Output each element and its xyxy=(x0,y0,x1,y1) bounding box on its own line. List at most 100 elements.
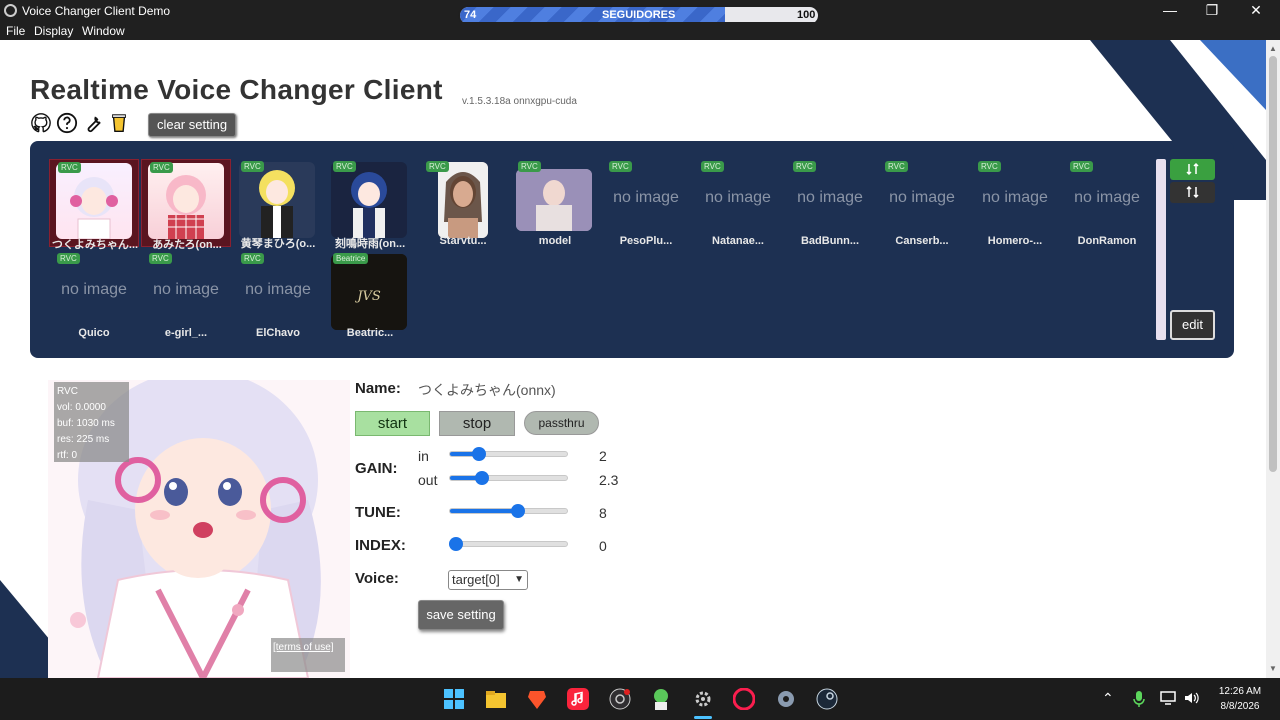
network-icon[interactable] xyxy=(1160,690,1176,706)
model-slot-13[interactable]: RVC no image Quico xyxy=(49,251,139,339)
minimize-button[interactable]: — xyxy=(1150,2,1190,18)
model-type-badge: RVC xyxy=(241,161,264,172)
slider-knob[interactable] xyxy=(474,471,489,485)
gain-out-slider[interactable] xyxy=(449,471,568,485)
index-label: INDEX: xyxy=(355,537,406,554)
model-slot-14[interactable]: RVC no image e-girl_... xyxy=(141,251,231,339)
active-app-indicator xyxy=(694,716,712,719)
show-hidden-icons-chevron-up-icon[interactable]: ⌃ xyxy=(1102,690,1114,707)
followers-current: 74 xyxy=(464,9,477,21)
start-button[interactable]: start xyxy=(355,411,430,436)
model-type-badge: RVC xyxy=(609,161,632,172)
model-thumbnail xyxy=(331,162,407,238)
sort-ascending-button[interactable] xyxy=(1170,159,1215,180)
music-app-icon[interactable] xyxy=(567,688,589,710)
microphone-icon[interactable] xyxy=(1132,690,1146,708)
windows-start-icon[interactable] xyxy=(443,688,465,710)
model-slot-label: BadBunn... xyxy=(800,235,860,247)
svg-text:JVS: JVS xyxy=(354,289,381,304)
model-slot-9[interactable]: RVC no image BadBunn... xyxy=(785,159,875,247)
photo-portrait-icon xyxy=(516,169,592,231)
stop-button[interactable]: stop xyxy=(439,411,515,436)
wrench-icon[interactable] xyxy=(82,112,104,134)
model-slot-label: PesoPlu... xyxy=(619,235,673,247)
model-type-badge: RVC xyxy=(149,253,172,264)
model-type-badge: Beatrice xyxy=(333,253,369,264)
slider-knob[interactable] xyxy=(472,447,487,461)
slider-knob[interactable] xyxy=(448,537,463,551)
maximize-button[interactable]: ❐ xyxy=(1192,2,1232,19)
no-image-placeholder: no image xyxy=(982,189,1048,206)
clear-setting-button[interactable]: clear setting xyxy=(148,113,236,137)
menu-bar: File Display Window xyxy=(0,22,1280,40)
voice-changer-gear-icon[interactable] xyxy=(692,688,714,710)
system-clock[interactable]: 12:26 AM 8/8/2026 xyxy=(1210,684,1270,714)
gain-in-label: in xyxy=(418,448,429,464)
github-icon[interactable] xyxy=(30,112,52,134)
anime-girl-thumbnail-icon xyxy=(166,175,206,239)
menu-file[interactable]: File xyxy=(6,24,25,38)
model-slot-label: 黄琴まひろ(o... xyxy=(240,238,316,250)
model-slot-2[interactable]: RVC あみたろ(on... xyxy=(141,159,231,251)
index-slider[interactable] xyxy=(448,537,568,551)
file-explorer-icon[interactable] xyxy=(485,688,507,710)
volume-icon[interactable] xyxy=(1183,690,1199,706)
sort-descending-button[interactable] xyxy=(1170,182,1215,203)
settings-gear-icon[interactable] xyxy=(775,688,797,710)
model-slot-8[interactable]: RVC no image Natanae... xyxy=(693,159,783,247)
coffee-cup-icon[interactable] xyxy=(108,112,130,134)
opera-gx-icon[interactable] xyxy=(733,688,755,710)
scrollbar-thumb[interactable] xyxy=(1269,56,1277,472)
model-slot-12[interactable]: RVC no image DonRamon xyxy=(1062,159,1152,247)
slider-knob[interactable] xyxy=(510,504,525,518)
brave-browser-icon[interactable] xyxy=(526,688,548,710)
model-thumbnail xyxy=(148,163,224,239)
model-slot-10[interactable]: RVC no image Canserb... xyxy=(877,159,967,247)
model-thumbnail xyxy=(56,163,132,239)
terms-of-use-link[interactable]: [terms of use] xyxy=(271,638,345,672)
edit-button[interactable]: edit xyxy=(1170,310,1215,340)
model-type-badge: RVC xyxy=(333,161,356,172)
help-icon[interactable] xyxy=(56,112,78,134)
scroll-down-arrow-icon[interactable]: ▼ xyxy=(1269,664,1277,673)
decor-stripes-bottom-left xyxy=(0,580,50,678)
model-slot-6[interactable]: RVC model xyxy=(510,159,600,247)
menu-display[interactable]: Display xyxy=(34,24,73,38)
scroll-up-arrow-icon[interactable]: ▲ xyxy=(1269,44,1277,53)
model-slot-16[interactable]: JVS Beatrice Beatric... xyxy=(325,251,415,339)
no-image-placeholder: no image xyxy=(705,189,771,206)
model-slot-label: Homero-... xyxy=(987,235,1043,247)
stats-res: res: 225 ms xyxy=(57,434,110,445)
model-slot-1[interactable]: RVC つくよみちゃん... xyxy=(49,159,139,251)
save-setting-button[interactable]: save setting xyxy=(418,600,504,630)
voice-select[interactable]: target[0] ▼ xyxy=(448,570,528,590)
gain-in-slider[interactable] xyxy=(449,447,568,461)
model-slot-3[interactable]: RVC 黄琴まひろ(o... xyxy=(233,159,323,250)
model-type-badge: RVC xyxy=(58,162,81,173)
panel-scrollbar[interactable] xyxy=(1156,159,1166,340)
steam-icon[interactable] xyxy=(816,688,838,710)
menu-window[interactable]: Window xyxy=(82,24,125,38)
chevron-down-icon: ▼ xyxy=(514,574,524,585)
model-type-badge: RVC xyxy=(978,161,1001,172)
vs-corpus-logo-icon: JVS xyxy=(331,254,407,330)
clock-date: 8/8/2026 xyxy=(1220,701,1260,712)
page-scrollbar[interactable]: ▲ ▼ xyxy=(1266,40,1280,678)
passthru-button[interactable]: passthru xyxy=(524,411,599,435)
photo-portrait-icon xyxy=(438,162,488,238)
model-slot-7[interactable]: RVC no image PesoPlu... xyxy=(601,159,691,247)
model-type-badge: RVC xyxy=(1070,161,1093,172)
model-slot-15[interactable]: RVC no image ElChavo xyxy=(233,251,323,339)
tune-slider[interactable] xyxy=(449,504,568,518)
voice-select-value: target[0] xyxy=(452,572,500,587)
obs-icon[interactable] xyxy=(609,688,631,710)
model-slot-label: 刻鳴時雨(on... xyxy=(334,238,406,250)
model-slot-4[interactable]: RVC 刻鳴時雨(on... xyxy=(325,159,415,250)
model-slot-11[interactable]: RVC no image Homero-... xyxy=(970,159,1060,247)
model-slot-label: model xyxy=(538,235,572,247)
anime-character-app-icon[interactable] xyxy=(650,688,672,710)
close-button[interactable]: ✕ xyxy=(1236,2,1276,19)
followers-max: 100 xyxy=(797,9,816,21)
gain-label: GAIN: xyxy=(355,460,398,477)
model-slot-5[interactable]: RVC Starvtu... xyxy=(418,159,508,247)
